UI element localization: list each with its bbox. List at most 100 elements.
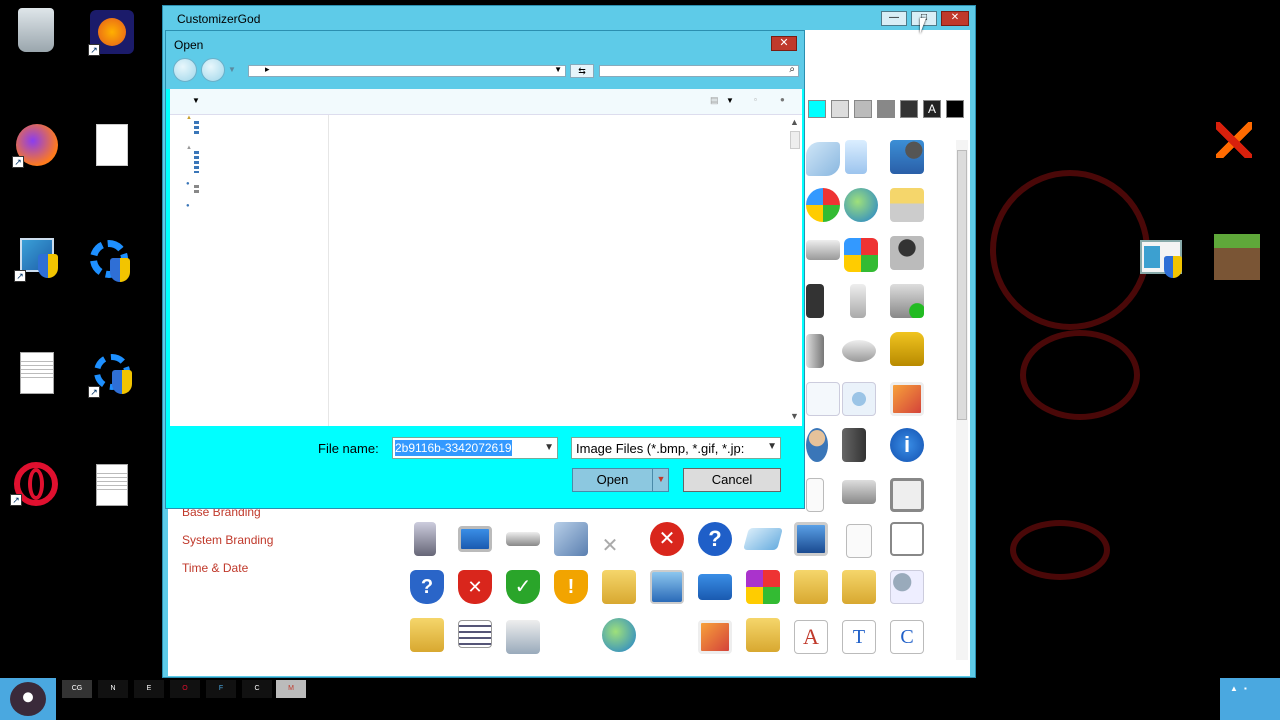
tree-node-icon[interactable]: ● [186, 181, 190, 187]
file-list-pane[interactable] [329, 115, 788, 426]
picture-icon[interactable] [890, 382, 924, 416]
swatch-light-gray[interactable] [831, 100, 849, 118]
tree-node-icon[interactable]: ▲ [186, 115, 192, 121]
address-bar[interactable]: ▸ ▼ [248, 64, 566, 77]
font-t-icon[interactable]: T [842, 620, 876, 654]
info-icon[interactable]: i [890, 428, 924, 462]
colorful-apps-icon[interactable] [746, 570, 780, 604]
nav-system-branding[interactable]: System Branding [182, 533, 273, 547]
swatch-dark[interactable] [900, 100, 918, 118]
favorites-folder-icon[interactable] [410, 618, 444, 652]
close-button[interactable]: ✕ [941, 11, 969, 26]
server-icon[interactable] [842, 428, 866, 462]
display-icon[interactable] [743, 528, 783, 550]
shield-question-icon[interactable]: ? [410, 570, 444, 604]
tray-expand-icon[interactable]: ▲ [1230, 684, 1238, 693]
file-type-select[interactable]: Image Files (*.bmp, *.gif, *.jp: ▼ [571, 437, 781, 459]
red-x-error-icon[interactable]: ✕ [650, 522, 684, 556]
tree-node-icon[interactable]: ● [186, 203, 190, 209]
taskbar-item-opera[interactable]: O [170, 680, 200, 698]
swatch-silver[interactable] [854, 100, 872, 118]
window-frame-icon[interactable] [890, 478, 924, 512]
mobile-device-icon[interactable] [414, 522, 436, 556]
tree-node-icon[interactable] [194, 151, 199, 173]
document-icon[interactable] [806, 478, 824, 512]
network-globe-icon[interactable] [602, 618, 636, 652]
gear-checklist-icon[interactable] [890, 570, 924, 604]
recycle-bin-icon[interactable] [18, 8, 54, 52]
desktop-icon[interactable] [698, 574, 732, 600]
file-list-scrollbar[interactable]: ▲ ▼ [788, 115, 802, 426]
red-dragon-icon[interactable] [1212, 118, 1256, 162]
gray-x-icon[interactable]: ✕ [600, 536, 620, 556]
system-tray[interactable]: ▲ ▪ [1220, 678, 1280, 720]
printer-folder-icon[interactable] [890, 188, 924, 222]
main-scrollbar[interactable] [956, 140, 968, 660]
refresh-icon[interactable]: ⇆ [570, 64, 594, 78]
open-options-dropdown-icon[interactable]: ▼ [652, 468, 669, 492]
computer-monitor-icon[interactable] [794, 522, 828, 556]
tree-node-icon[interactable]: ▲ [186, 145, 192, 151]
taskbar-item-media[interactable]: M [276, 680, 306, 698]
system-properties-shield-icon[interactable] [1140, 238, 1184, 282]
network-drive-icon[interactable] [506, 620, 540, 654]
blank-document-icon[interactable] [96, 124, 128, 166]
font-c-icon[interactable]: C [890, 620, 924, 654]
opera-icon[interactable]: ↗ [10, 460, 58, 506]
swatch-black[interactable] [946, 100, 964, 118]
taskbar-item-firefox[interactable]: F [206, 680, 236, 698]
device-icon[interactable] [806, 334, 824, 368]
network-computers-icon[interactable] [650, 570, 684, 604]
forward-button[interactable] [201, 58, 225, 82]
help-icon[interactable]: ● [780, 95, 785, 104]
taskbar-item-chrome[interactable]: C [242, 680, 272, 698]
nav-time-date[interactable]: Time & Date [182, 561, 248, 575]
shield-warning-icon[interactable]: ! [554, 570, 588, 604]
help-question-icon[interactable]: ? [698, 522, 732, 556]
arrow-icon[interactable] [806, 142, 840, 176]
tray-network-icon[interactable]: ▪ [1244, 684, 1247, 693]
navigation-pane[interactable]: ▲ ▲ ● ● [170, 115, 329, 426]
documents-folder-icon[interactable] [794, 570, 828, 604]
minecraft-grass-block-icon[interactable] [1214, 234, 1260, 280]
start-button[interactable] [0, 678, 56, 720]
shield-x-icon[interactable]: ✕ [458, 570, 492, 604]
swatch-gray[interactable] [877, 100, 895, 118]
arrow-icon[interactable] [845, 140, 867, 174]
main-scrollbar-thumb[interactable] [957, 150, 967, 420]
minimize-button[interactable]: — [881, 11, 907, 26]
font-a-icon[interactable]: A [794, 620, 828, 654]
text-page-icon[interactable] [846, 524, 872, 558]
shield-check-icon[interactable]: ✓ [506, 570, 540, 604]
firefox-shortcut-icon[interactable]: ↗ [88, 10, 134, 56]
dvd-drive-icon[interactable] [890, 236, 924, 270]
cancel-button[interactable]: Cancel [683, 468, 781, 492]
preview-pane-icon[interactable]: ▫ [754, 95, 757, 104]
gear-page-icon[interactable] [842, 382, 876, 416]
taskbar-item-customizergod[interactable]: CG [62, 680, 92, 698]
installer-shield-icon[interactable]: ↗ [14, 236, 60, 282]
blue-box-icon[interactable] [554, 522, 588, 556]
back-button[interactable] [173, 58, 197, 82]
update-gear-shield-icon[interactable]: ↗ [88, 352, 134, 398]
view-options-icon[interactable]: ▤ [710, 95, 719, 106]
address-dropdown-icon[interactable]: ▼ [554, 65, 562, 74]
view-dropdown-icon[interactable]: ▼ [726, 96, 734, 105]
text-document-icon[interactable] [96, 464, 128, 506]
file-name-dropdown-icon[interactable]: ▼ [544, 441, 554, 454]
phone-icon[interactable] [850, 284, 866, 318]
settings-page-icon[interactable] [806, 382, 840, 416]
monitor-cable-icon[interactable] [458, 526, 492, 552]
padlock-icon[interactable] [890, 332, 924, 366]
text-document-icon[interactable] [20, 352, 54, 394]
drive-icon[interactable] [806, 240, 840, 260]
scanner-icon[interactable] [842, 340, 876, 362]
user-icon[interactable] [806, 428, 828, 462]
puzzle-user-icon[interactable] [890, 140, 924, 174]
swatch-text[interactable]: A [923, 100, 941, 118]
user-folder-icon[interactable] [746, 618, 780, 652]
file-name-input[interactable]: 2b9116b-3342072619 ▼ [392, 437, 558, 459]
media-player-icon[interactable] [806, 284, 824, 318]
printer-check-icon[interactable] [890, 284, 924, 318]
tree-node-icon[interactable] [194, 121, 199, 135]
